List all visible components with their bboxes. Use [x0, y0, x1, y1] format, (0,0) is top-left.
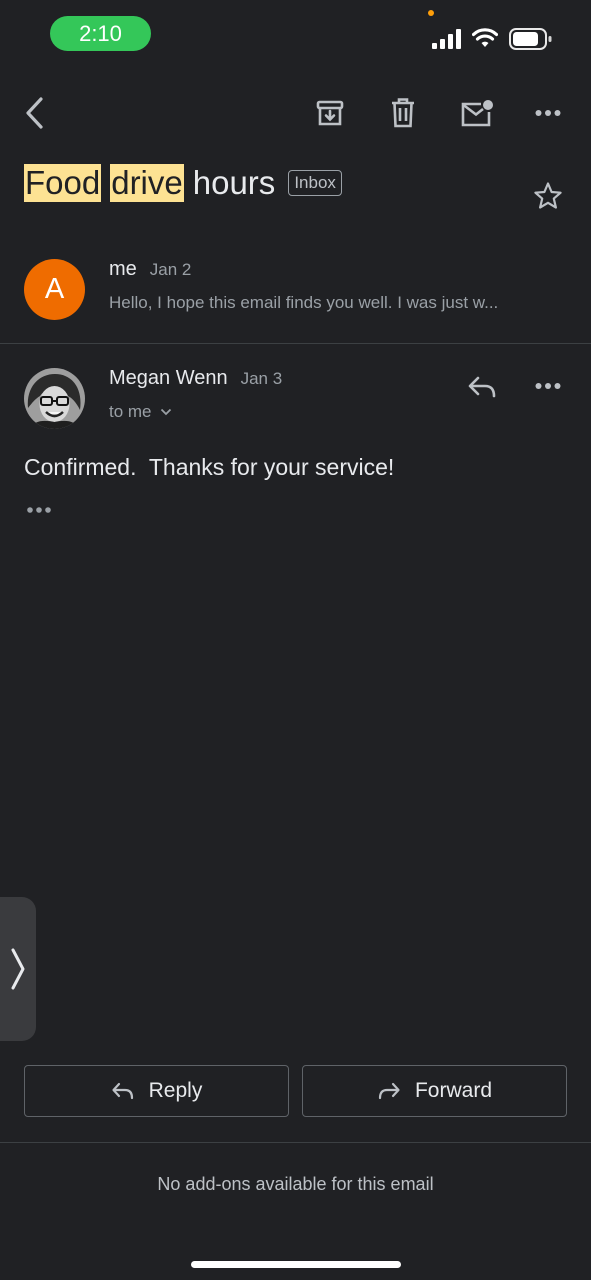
reply-label: Reply — [148, 1079, 203, 1102]
subject-word-highlighted: Food — [24, 164, 102, 202]
chevron-left-icon — [26, 97, 43, 129]
reply-icon — [112, 1082, 133, 1100]
mail-unread-icon — [461, 100, 493, 127]
recipient-details-toggle[interactable]: to me — [109, 402, 172, 422]
reply-button[interactable] — [462, 370, 502, 404]
message-date: Jan 3 — [240, 369, 283, 388]
inbox-label-badge[interactable]: Inbox — [288, 170, 342, 196]
delete-button[interactable] — [384, 94, 422, 132]
trash-icon — [392, 98, 414, 128]
recipient-label: to me — [109, 402, 152, 421]
message-date: Jan 2 — [149, 260, 192, 279]
side-panel-handle[interactable] — [0, 897, 36, 1041]
thread-subject: Food drive hours Inbox — [24, 164, 342, 202]
wifi-icon — [471, 27, 499, 54]
subject-word-highlighted: drive — [110, 164, 184, 202]
more-horizontal-icon — [535, 383, 561, 389]
sender-name: Megan Wenn — [109, 367, 228, 389]
forward-icon — [378, 1082, 400, 1100]
cellular-signal-icon — [432, 29, 462, 54]
sender-name: me — [109, 258, 137, 280]
message-body: Confirmed. Thanks for your service! — [24, 454, 395, 480]
message-more-button[interactable] — [530, 371, 566, 401]
back-button[interactable] — [14, 93, 54, 133]
privacy-indicator — [428, 10, 434, 16]
addons-message: No add-ons available for this email — [157, 1174, 434, 1194]
subject-word: hours — [192, 164, 276, 201]
message-snippet: Hello, I hope this email finds you well.… — [109, 293, 499, 312]
more-horizontal-icon — [27, 507, 51, 513]
mark-unread-button[interactable] — [456, 94, 496, 134]
divider — [0, 343, 591, 344]
forward-action-button[interactable]: Forward — [302, 1065, 567, 1117]
more-options-button[interactable] — [530, 98, 566, 128]
profile-photo-icon — [24, 368, 85, 429]
home-indicator[interactable] — [191, 1261, 401, 1268]
reply-action-button[interactable]: Reply — [24, 1065, 289, 1117]
chevron-down-icon — [160, 408, 171, 416]
star-icon — [534, 182, 562, 209]
chevron-right-icon — [11, 948, 25, 990]
reply-icon — [468, 376, 496, 398]
star-button[interactable] — [530, 178, 566, 214]
avatar: A — [24, 259, 85, 320]
avatar — [24, 368, 85, 429]
status-time: 2:10 — [50, 16, 151, 51]
battery-icon — [509, 28, 553, 55]
forward-label: Forward — [414, 1079, 493, 1102]
divider — [0, 1142, 591, 1143]
more-horizontal-icon — [535, 110, 561, 116]
show-trimmed-content-button[interactable] — [24, 502, 54, 518]
archive-button[interactable] — [311, 94, 349, 132]
archive-icon — [316, 100, 344, 126]
